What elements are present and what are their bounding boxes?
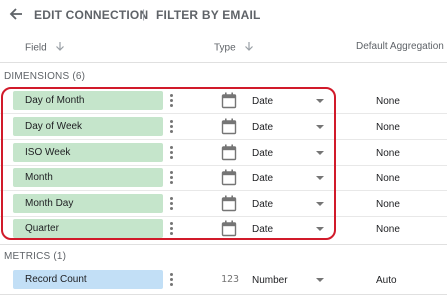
aggregation-value[interactable]: None <box>376 173 400 184</box>
type-select[interactable]: Number <box>252 275 288 286</box>
dimensions-heading: DIMENSIONS (6) <box>4 71 86 82</box>
aggregation-value[interactable]: None <box>376 148 400 159</box>
back-arrow-icon[interactable] <box>8 6 24 22</box>
sort-arrow-down-icon <box>244 41 254 55</box>
type-column-label: Type <box>214 42 236 54</box>
toolbar: EDIT CONNECTION | FILTER BY EMAIL <box>0 0 447 30</box>
field-column-header[interactable]: Field <box>25 41 65 55</box>
header-divider <box>0 62 447 63</box>
sort-arrow-down-icon <box>55 41 65 55</box>
kebab-menu-icon[interactable] <box>170 273 174 287</box>
default-aggregation-column-header[interactable]: Default Aggregation <box>356 41 444 52</box>
field-column-label: Field <box>25 42 47 54</box>
aggregation-value[interactable]: None <box>376 224 400 235</box>
caret-down-icon[interactable] <box>316 278 324 282</box>
aggregation-value[interactable]: None <box>376 199 400 210</box>
type-column-header[interactable]: Type <box>214 41 254 55</box>
field-chip[interactable]: Record Count <box>13 270 163 289</box>
default-aggregation-column-label: Default Aggregation <box>356 41 444 52</box>
number-type-icon: 123 <box>221 274 240 285</box>
filter-by-email-link[interactable]: FILTER BY EMAIL <box>156 8 261 22</box>
aggregation-value[interactable]: None <box>376 122 400 133</box>
aggregation-value[interactable]: None <box>376 96 400 107</box>
edit-connection-link[interactable]: EDIT CONNECTION <box>34 8 148 22</box>
metric-row: Record Count 123 Number Auto <box>0 267 447 293</box>
aggregation-value[interactable]: Auto <box>376 275 397 286</box>
highlight-box <box>1 87 336 240</box>
toolbar-separator: | <box>142 7 146 21</box>
bottom-divider <box>0 294 447 295</box>
section-divider <box>0 244 447 245</box>
metrics-heading: METRICS (1) <box>4 251 67 262</box>
